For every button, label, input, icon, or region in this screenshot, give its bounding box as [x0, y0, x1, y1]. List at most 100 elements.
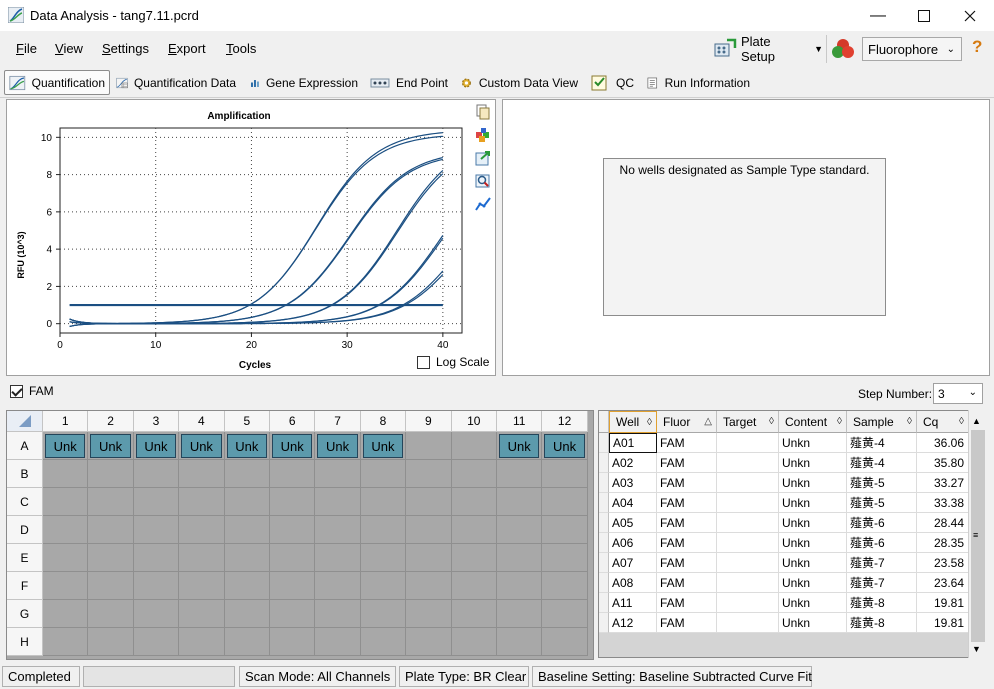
column-header-sample[interactable]: Sample ◊ [847, 411, 917, 433]
row-selector[interactable] [599, 593, 609, 613]
table-cell-well[interactable]: A11 [609, 593, 657, 613]
table-cell-target[interactable] [717, 473, 779, 493]
plate-well[interactable] [224, 572, 270, 600]
plate-well[interactable] [179, 516, 225, 544]
column-header[interactable]: 2 [88, 411, 134, 432]
plate-well[interactable] [315, 516, 361, 544]
table-cell-cq[interactable]: 33.27 [917, 473, 969, 493]
plate-well[interactable] [451, 460, 497, 488]
plate-well[interactable] [497, 600, 543, 628]
plate-well[interactable] [542, 628, 588, 656]
tab-quantification[interactable]: Quantification [4, 70, 110, 95]
sort-icon[interactable]: ◊ [959, 416, 964, 427]
row-selector[interactable] [599, 553, 609, 573]
table-cell-well[interactable]: A08 [609, 573, 657, 593]
row-header[interactable]: F [7, 572, 43, 600]
plate-well[interactable] [43, 488, 89, 516]
menu-file[interactable]: File [16, 41, 37, 56]
sort-icon[interactable]: ◊ [769, 416, 774, 427]
menu-export[interactable]: Export [168, 41, 206, 56]
table-cell-content[interactable]: Unkn [779, 553, 847, 573]
table-cell-content[interactable]: Unkn [779, 513, 847, 533]
row-selector[interactable] [599, 433, 609, 453]
select-all-corner[interactable] [7, 411, 43, 432]
table-cell-sample[interactable]: 薤黄-6 [847, 533, 917, 553]
row-selector[interactable] [599, 493, 609, 513]
plate-well[interactable] [88, 488, 134, 516]
table-cell-sample[interactable]: 薤黄-4 [847, 433, 917, 453]
plate-well-unknown[interactable]: Unk [45, 434, 86, 458]
step-number-select[interactable]: 3 ⌄ [933, 383, 983, 404]
close-button[interactable] [947, 0, 993, 31]
plate-well[interactable] [270, 544, 316, 572]
menu-settings[interactable]: Settings [102, 41, 149, 56]
table-cell-content[interactable]: Unkn [779, 493, 847, 513]
plate-well[interactable] [133, 488, 180, 516]
plate-well[interactable] [451, 488, 497, 516]
row-header[interactable]: G [7, 600, 43, 628]
column-header[interactable]: 7 [315, 411, 361, 432]
plate-well[interactable] [88, 628, 134, 656]
table-cell-target[interactable] [717, 553, 779, 573]
row-selector[interactable] [599, 473, 609, 493]
plate-well-unknown[interactable]: Unk [544, 434, 585, 458]
export-icon[interactable] [475, 150, 491, 166]
fam-checkbox[interactable] [10, 384, 23, 398]
plate-well[interactable] [133, 516, 180, 544]
plate-well[interactable] [497, 516, 543, 544]
plate-well[interactable] [43, 516, 89, 544]
well-selector-icon[interactable] [475, 127, 491, 143]
plate-well[interactable] [542, 572, 588, 600]
column-header[interactable]: 9 [406, 411, 452, 432]
sort-icon[interactable]: △ [704, 416, 712, 427]
table-cell-fluor[interactable]: FAM [657, 553, 717, 573]
table-cell-target[interactable] [717, 573, 779, 593]
plate-well[interactable] [542, 516, 588, 544]
plate-well[interactable] [315, 572, 361, 600]
plate-well[interactable] [270, 460, 316, 488]
table-cell-content[interactable]: Unkn [779, 433, 847, 453]
plate-well[interactable] [497, 628, 543, 656]
copy-icon[interactable] [475, 104, 491, 120]
tab-end-point[interactable]: End Point [366, 70, 452, 95]
row-selector[interactable] [599, 533, 609, 553]
sort-icon[interactable]: ◊ [907, 416, 912, 427]
column-header[interactable]: 10 [451, 411, 497, 432]
log-scale-toggle[interactable]: Log Scale [417, 355, 489, 369]
table-cell-fluor[interactable]: FAM [657, 433, 717, 453]
row-header[interactable]: H [7, 628, 43, 656]
tab-qc[interactable]: QC [586, 70, 638, 95]
table-cell-cq[interactable]: 28.35 [917, 533, 969, 553]
table-cell-target[interactable] [717, 533, 779, 553]
plate-well[interactable] [43, 544, 89, 572]
menu-view[interactable]: View [55, 41, 83, 56]
column-header-target[interactable]: Target ◊ [717, 411, 779, 433]
plate-well[interactable] [224, 460, 270, 488]
plate-well-unknown[interactable]: Unk [362, 434, 404, 458]
plate-well[interactable] [224, 488, 270, 516]
table-cell-target[interactable] [717, 613, 779, 633]
menu-tools[interactable]: Tools [226, 41, 256, 56]
plate-setup-button[interactable]: Plate Setup ▼ [713, 34, 823, 64]
plate-well[interactable] [270, 628, 316, 656]
plate-well[interactable] [360, 572, 407, 600]
table-cell-content[interactable]: Unkn [779, 593, 847, 613]
table-cell-fluor[interactable]: FAM [657, 533, 717, 553]
fam-filter[interactable]: FAM [10, 384, 54, 398]
plate-well[interactable] [406, 460, 452, 488]
plate-well[interactable] [451, 628, 497, 656]
trace-style-icon[interactable] [475, 196, 491, 212]
column-header-content[interactable]: Content ◊ [779, 411, 847, 433]
plate-well[interactable] [406, 516, 452, 544]
plate-well[interactable] [179, 572, 225, 600]
plate-well-unknown[interactable]: Unk [317, 434, 358, 458]
row-header[interactable]: A [7, 432, 43, 460]
table-cell-well[interactable]: A07 [609, 553, 657, 573]
table-cell-sample[interactable]: 薤黄-5 [847, 473, 917, 493]
table-cell-cq[interactable]: 36.06 [917, 433, 969, 453]
plate-well[interactable] [497, 460, 543, 488]
plate-well[interactable] [224, 544, 270, 572]
column-header[interactable]: 8 [360, 411, 407, 432]
table-cell-content[interactable]: Unkn [779, 533, 847, 553]
row-header[interactable]: C [7, 488, 43, 516]
